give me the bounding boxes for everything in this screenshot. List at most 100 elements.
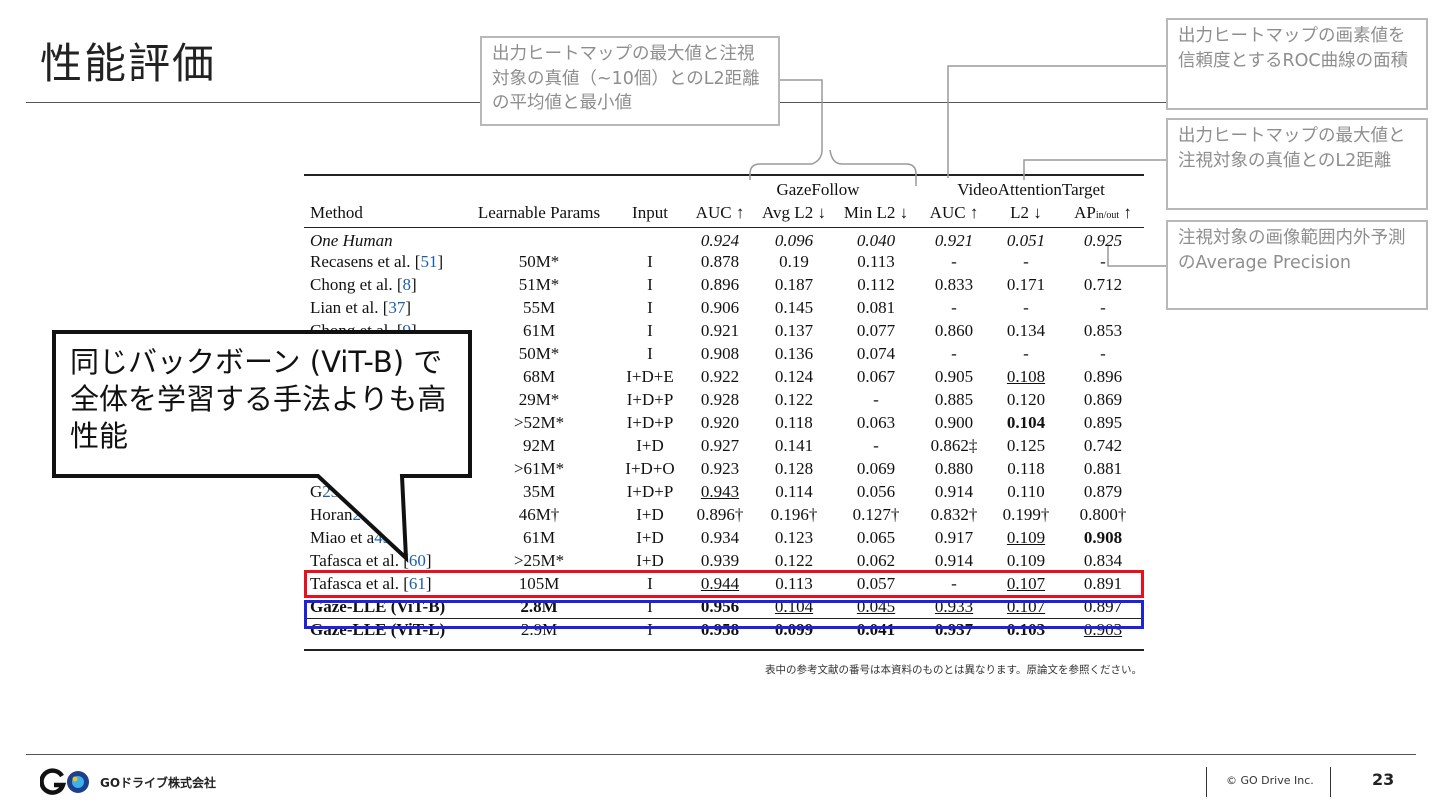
callout-text: 同じバックボーン (ViT-B) で全体を学習する手法よりも高性能 <box>70 345 447 453</box>
citation-link[interactable]: 23 <box>322 482 339 501</box>
header-params: Learnable Params <box>464 200 614 228</box>
cell-ap: - <box>1100 344 1106 363</box>
citation-link[interactable]: 60 <box>409 551 426 570</box>
company-name: GOドライブ株式会社 <box>100 775 217 790</box>
cell-auc-vat: 0.917 <box>934 528 974 547</box>
header-ap-main: AP <box>1074 203 1096 223</box>
cell-input: I+D <box>636 505 664 524</box>
citation-close: ] <box>437 252 444 271</box>
cell-avg-l2: 0.114 <box>775 482 813 501</box>
cell-avg-l2: 0.118 <box>775 413 813 432</box>
cell-auc-vat: 0.832† <box>930 505 978 524</box>
method-name: Chong et al. [ <box>310 275 403 294</box>
cell-params: 46M† <box>518 505 560 524</box>
cell-auc-gf: 0.921 <box>700 321 740 340</box>
cell-avg-l2: 0.128 <box>774 459 814 478</box>
table-row: >61M* I+D+O 0.923 0.128 0.069 0.880 0.118 0.881 <box>304 458 1144 481</box>
cell-avg-l2: 0.187 <box>774 275 814 294</box>
header-auc-gf: AUC ↑ <box>686 200 754 228</box>
cell-min-l2: 0.112 <box>857 275 895 294</box>
cell-auc-vat: - <box>951 344 957 363</box>
cell-l2: 0.199† <box>1002 505 1050 524</box>
footer-separator-2 <box>1330 767 1331 797</box>
cell-avg-l2: 0.124 <box>774 367 814 386</box>
cell-auc-vat: - <box>951 252 957 271</box>
cell-min-l2: 0.056 <box>856 482 896 501</box>
table-row: Recasens et al. [51] 50M* I 0.878 0.19 0.113 -… <box>304 251 1144 274</box>
method-name: Lian et al. [ <box>310 298 389 317</box>
citation-link[interactable]: 51 <box>420 252 437 271</box>
method-name: Recasens et al. [ <box>310 252 421 271</box>
cell-auc-gf: 0.878 <box>700 252 740 271</box>
citation-link[interactable]: 8 <box>403 275 412 294</box>
method-name: G <box>310 482 323 501</box>
cell-auc-gf: 0.924 <box>700 230 740 250</box>
cell-min-l2: 0.081 <box>856 298 896 317</box>
cell-l2: 0.104 <box>1006 413 1046 432</box>
cell-l2: 0.110 <box>1007 482 1045 501</box>
go-logo-icon <box>40 768 89 795</box>
header-input: Input <box>614 200 686 228</box>
highlight-box-blue <box>304 600 1144 629</box>
cell-ap: 0.712 <box>1083 275 1123 294</box>
cell-method: One Human <box>304 227 464 251</box>
table-row: Chong et al. [9] 61M I 0.921 0.137 0.077 0.860… <box>304 320 1144 343</box>
cell-auc-vat: 0.860 <box>934 321 974 340</box>
cell-input <box>614 227 686 251</box>
citation-link[interactable]: 37 <box>388 298 405 317</box>
cell-min-l2: 0.074 <box>856 344 896 363</box>
table-row: Horan26]† 46M† I+D 0.896† 0.196† 0.127† 0.832†… <box>304 504 1144 527</box>
cell-params: 92M <box>522 436 556 455</box>
cell-ap: 0.853 <box>1083 321 1123 340</box>
citation-close: ]† <box>369 505 384 524</box>
cell-min-l2: 0.069 <box>856 459 896 478</box>
cell-params: 61M <box>522 528 556 547</box>
table-row: G23] 35M I+D+P 0.943 0.114 0.056 0.914 0.110 0.8… <box>304 481 1144 504</box>
cell-auc-vat: 0.900 <box>934 413 974 432</box>
cell-ap: 0.879 <box>1083 482 1123 501</box>
table-row: Miao et a43] 61M I+D 0.934 0.123 0.065 0.917 0.… <box>304 527 1144 550</box>
method-name: Horan <box>310 505 353 524</box>
cell-method: Lian et al. [37] <box>304 297 464 320</box>
citation-close: ] <box>425 551 432 570</box>
cell-min-l2: 0.063 <box>856 413 896 432</box>
cell-auc-gf: 0.922 <box>700 367 740 386</box>
cell-l2: 0.109 <box>1006 528 1046 547</box>
cell-l2: 0.051 <box>1006 230 1046 250</box>
cell-input: I+D+E <box>626 367 674 386</box>
cell-auc-vat: 0.885 <box>934 390 974 409</box>
copyright: © GO Drive Inc. <box>1226 774 1314 787</box>
group-videoattentiontarget: VideoAttentionTarget <box>957 179 1105 199</box>
cell-auc-gf: 0.906 <box>700 298 740 317</box>
cell-ap: 0.800† <box>1079 505 1127 524</box>
method-name: Tafasca et al. [ <box>310 551 409 570</box>
citation-link[interactable]: 9 <box>403 321 412 340</box>
cell-avg-l2: 0.196† <box>770 505 818 524</box>
cell-min-l2: - <box>873 436 879 455</box>
cell-input: I <box>647 252 653 271</box>
cell-input: I <box>647 275 653 294</box>
cell-min-l2: 0.065 <box>856 528 896 547</box>
cell-auc-gf: 0.896† <box>696 505 744 524</box>
citation-link[interactable]: 43 <box>374 528 391 547</box>
cell-ap: 0.869 <box>1083 390 1123 409</box>
cell-method: Recasens et al. [51] <box>304 251 464 274</box>
cell-l2: 0.118 <box>1007 459 1045 478</box>
cell-avg-l2: 0.137 <box>774 321 814 340</box>
cell-method: G23] <box>304 481 464 504</box>
cell-auc-gf: 0.920 <box>700 413 740 432</box>
cell-method: Horan26]† <box>304 504 464 527</box>
citation-link[interactable]: 26 <box>352 505 369 524</box>
cell-avg-l2: 0.19 <box>779 252 809 271</box>
cell-method: Miao et a43] <box>304 527 464 550</box>
cell-l2: - <box>1023 252 1029 271</box>
cell-input: I+D+P <box>626 413 674 432</box>
cell-l2: - <box>1023 298 1029 317</box>
cell-params: >61M* <box>513 459 565 478</box>
cell-min-l2: 0.067 <box>856 367 896 386</box>
header-ap: APin/out ↑ <box>1062 200 1144 228</box>
cell-ap: 0.908 <box>1083 528 1123 547</box>
group-gazefollow: GazeFollow <box>776 179 860 199</box>
cell-ap: 0.742 <box>1083 436 1123 455</box>
cell-avg-l2: 0.122 <box>774 390 814 409</box>
